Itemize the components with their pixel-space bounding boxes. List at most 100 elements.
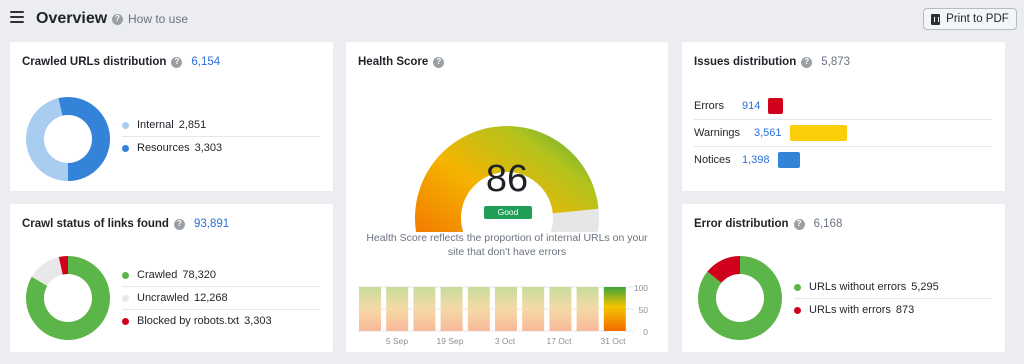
error-total: 6,168	[813, 218, 843, 230]
health-score-card: Health Score ? 86 Good Health Score refl…	[346, 42, 668, 352]
how-to-use-label: How to use	[128, 12, 189, 26]
print-to-pdf-label: Print to PDF	[946, 13, 1009, 25]
crawl-status-title: Crawl status of links found	[22, 218, 169, 230]
trend-bar[interactable]	[576, 287, 599, 331]
x-axis-label: 31 Oct	[600, 336, 626, 346]
legend-label: URLs without errors	[809, 281, 907, 293]
blocked-dot-icon	[122, 317, 129, 325]
top-bar: Overview ? How to use Print to PDF	[0, 0, 1024, 40]
error-distribution-legend: URLs without errors 5,295 URLs with erro…	[794, 276, 992, 321]
health-score-description: Health Score reflects the proportion of …	[346, 231, 668, 259]
issues-total: 5,873	[821, 56, 851, 68]
issue-label: Notices	[694, 154, 731, 166]
legend-value: 873	[895, 304, 915, 316]
crawled-urls-card: Crawled URLs distribution ? 6,154 Intern…	[10, 42, 333, 191]
y-axis-label-0: 0	[643, 327, 648, 337]
x-axis-label: 5 Sep	[386, 336, 408, 346]
error-distribution-title: Error distribution	[694, 218, 789, 230]
issues-list: Errors 914 Warnings 3,561 Notices 1,398	[694, 93, 994, 173]
issue-label: Errors	[694, 100, 724, 112]
legend-value: 2,851	[178, 119, 207, 131]
with-errors-dot-icon	[794, 306, 801, 314]
crawl-status-donut	[26, 256, 110, 340]
x-axis-label: 19 Sep	[437, 336, 464, 346]
health-score-gauge	[415, 126, 599, 232]
card-title: Issues distribution ? 5,873	[694, 56, 850, 68]
error-distribution-donut	[698, 256, 782, 340]
legend-label: Blocked by robots.txt	[137, 315, 240, 327]
crawled-dot-icon	[122, 271, 129, 279]
issue-bar	[789, 125, 847, 141]
help-icon[interactable]: ?	[793, 218, 805, 230]
uncrawled-dot-icon	[122, 294, 129, 302]
page-title: Overview	[36, 10, 108, 27]
trend-bar[interactable]	[467, 287, 490, 331]
legend-value: 12,268	[193, 292, 228, 304]
help-icon[interactable]: ?	[173, 218, 185, 230]
description-line: Health Score reflects the proportion of …	[366, 232, 648, 244]
without-errors-dot-icon	[794, 283, 801, 291]
issue-count-link[interactable]: 1,398	[742, 154, 770, 166]
card-title: Error distribution ? 6,168	[694, 218, 842, 230]
help-icon[interactable]: ?	[801, 56, 813, 68]
legend-item-with-errors[interactable]: URLs with errors 873	[794, 299, 992, 321]
legend-value: 5,295	[911, 281, 939, 293]
legend-item-resources[interactable]: Resources 3,303	[122, 137, 320, 159]
error-distribution-card: Error distribution ? 6,168 URLs without …	[682, 204, 1005, 352]
internal-dot-icon	[122, 121, 129, 129]
legend-value: 3,303	[244, 315, 272, 327]
resources-dot-icon	[122, 144, 129, 152]
help-icon: ?	[112, 13, 123, 25]
legend-value: 3,303	[194, 142, 223, 154]
crawl-status-total[interactable]: 93,891	[194, 218, 229, 230]
issue-bar	[768, 98, 784, 114]
trend-bar[interactable]	[386, 287, 409, 331]
print-to-pdf-button[interactable]: Print to PDF	[923, 8, 1017, 30]
trend-bar[interactable]	[413, 287, 436, 331]
card-title: Crawl status of links found ? 93,891	[22, 218, 229, 230]
help-icon[interactable]: ?	[171, 56, 183, 68]
hamburger-menu-icon[interactable]	[10, 11, 24, 25]
crawled-urls-donut	[26, 97, 110, 181]
legend-label: Crawled	[137, 269, 178, 281]
x-axis-label: 17 Oct	[546, 336, 572, 346]
trend-bar[interactable]	[495, 287, 517, 331]
legend-label: Resources	[137, 142, 190, 154]
crawled-urls-total[interactable]: 6,154	[191, 56, 220, 68]
how-to-use-link[interactable]: ? How to use	[112, 12, 188, 26]
health-status-badge: Good	[484, 206, 532, 219]
legend-item-blocked[interactable]: Blocked by robots.txt 3,303	[122, 310, 320, 332]
description-line: site that don't have errors	[447, 246, 567, 258]
legend-item-uncrawled[interactable]: Uncrawled 12,268	[122, 287, 320, 309]
health-trend-chart: 100 50 0 5 Sep 19 Sep 3 Oct 17 Oct 31 Oc…	[358, 283, 649, 346]
trend-bar[interactable]	[522, 287, 545, 331]
crawl-status-card: Crawl status of links found ? 93,891 Cra…	[10, 204, 333, 352]
issues-distribution-card: Issues distribution ? 5,873 Errors 914 W…	[682, 42, 1005, 191]
trend-bar[interactable]	[440, 287, 463, 331]
issue-count-link[interactable]: 914	[742, 100, 760, 112]
crawled-urls-legend: Internal 2,851 Resources 3,303	[122, 114, 320, 159]
pdf-download-icon	[931, 13, 941, 25]
issue-label: Warnings	[694, 127, 741, 139]
legend-item-without-errors[interactable]: URLs without errors 5,295	[794, 276, 992, 298]
issue-count-link[interactable]: 3,561	[754, 127, 782, 139]
legend-label: URLs with errors	[809, 304, 891, 316]
x-axis-label: 3 Oct	[495, 336, 516, 346]
legend-value: 78,320	[182, 269, 217, 281]
legend-item-internal[interactable]: Internal 2,851	[122, 114, 320, 136]
card-title: Crawled URLs distribution ? 6,154	[22, 56, 220, 68]
legend-item-crawled[interactable]: Crawled 78,320	[122, 264, 320, 286]
y-axis-label-50: 50	[639, 305, 649, 315]
trend-bar[interactable]	[359, 287, 381, 331]
health-score-value: 86	[485, 158, 529, 200]
trend-bar[interactable]	[549, 287, 572, 331]
issue-row-notices: Notices 1,398	[694, 147, 994, 173]
issues-distribution-title: Issues distribution	[694, 56, 797, 68]
issue-row-errors: Errors 914	[694, 93, 994, 119]
issue-bar	[777, 152, 800, 168]
trend-bar[interactable]	[603, 287, 626, 331]
issue-row-warnings: Warnings 3,561	[694, 120, 994, 146]
legend-label: Internal	[137, 119, 174, 131]
crawl-status-legend: Crawled 78,320 Uncrawled 12,268 Blocked …	[122, 264, 320, 332]
y-axis-label-100: 100	[634, 283, 648, 293]
